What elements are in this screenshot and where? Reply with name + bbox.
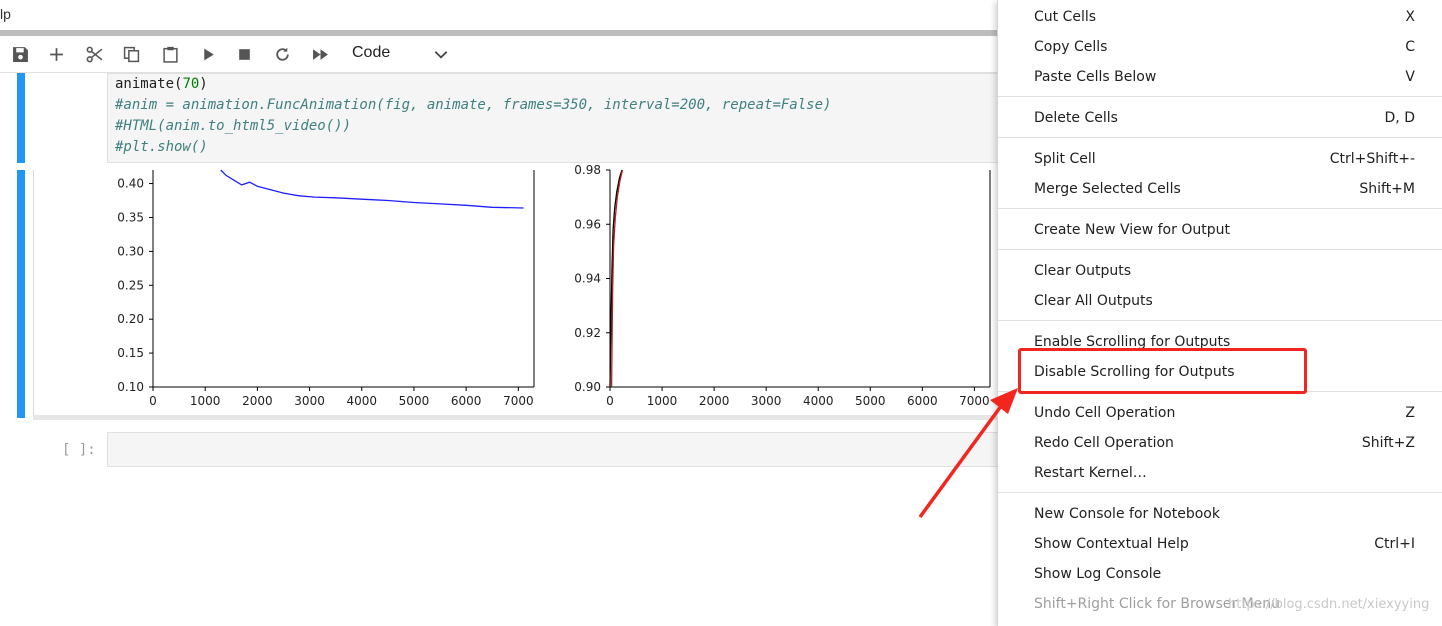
- loss-chart: 0 1000 2000 3000 4000 5000 6000 7000 0.10 0.15 0.2…: [117, 169, 535, 408]
- x-tick-label: 6000: [907, 394, 938, 408]
- x-tick-label: 5000: [855, 394, 886, 408]
- x-tick-label: 1000: [647, 394, 678, 408]
- x-tick-label: 0: [606, 394, 614, 408]
- menu-item-new-console[interactable]: New Console for Notebook: [998, 499, 1442, 529]
- x-tick-label: 7000: [503, 394, 534, 408]
- y-tick-label: 0.92: [574, 326, 601, 340]
- y-tick-label: 0.94: [574, 272, 601, 286]
- x-tick-label: 3000: [294, 394, 325, 408]
- x-tick-label: 3000: [751, 394, 782, 408]
- x-tick-label: 0: [149, 394, 157, 408]
- y-tick-label: 0.96: [574, 217, 601, 231]
- menu-item-redo-cell-operation[interactable]: Redo Cell Operation Shift+Z: [998, 428, 1442, 458]
- y-tick-label: 0.10: [117, 380, 144, 394]
- y-tick-label: 0.15: [117, 346, 144, 360]
- menu-separator: [998, 249, 1442, 250]
- x-tick-label: 1000: [190, 394, 221, 408]
- y-tick-label: 0.98: [574, 163, 601, 177]
- y-tick-label: 0.35: [117, 210, 144, 224]
- menu-item-paste-cells-below[interactable]: Paste Cells Below V: [998, 62, 1442, 92]
- menu-item-clear-all-outputs[interactable]: Clear All Outputs: [998, 286, 1442, 316]
- x-tick-label: 5000: [399, 394, 430, 408]
- x-tick-label: 2000: [242, 394, 273, 408]
- menu-item-show-contextual-help[interactable]: Show Contextual Help Ctrl+I: [998, 529, 1442, 559]
- x-tick-label: 4000: [346, 394, 377, 408]
- menu-item-show-log-console[interactable]: Show Log Console: [998, 559, 1442, 589]
- watermark: https://blog.csdn.net/xiexyying: [1228, 597, 1430, 612]
- x-tick-label: 2000: [699, 394, 730, 408]
- menu-item-cut-cells[interactable]: Cut Cells X: [998, 2, 1442, 32]
- menu-item-split-cell[interactable]: Split Cell Ctrl+Shift+-: [998, 144, 1442, 174]
- menu-item-copy-cells[interactable]: Copy Cells C: [998, 32, 1442, 62]
- menu-item-new-view-for-output[interactable]: Create New View for Output: [998, 215, 1442, 245]
- accuracy-chart: 0 1000 2000 3000 4000 5000 6000 7000 0.90 0.92 0.9…: [574, 163, 991, 408]
- menu-item-delete-cells[interactable]: Delete Cells D, D: [998, 103, 1442, 133]
- x-tick-label: 6000: [451, 394, 482, 408]
- y-tick-label: 0.40: [117, 177, 144, 191]
- menu-item-clear-outputs[interactable]: Clear Outputs: [998, 256, 1442, 286]
- context-menu: Cut Cells X Copy Cells C Paste Cells Below…: [997, 0, 1442, 626]
- x-tick-label: 7000: [959, 394, 990, 408]
- menu-separator: [998, 320, 1442, 321]
- menu-separator: [998, 208, 1442, 209]
- highlight-box: [1018, 348, 1307, 394]
- y-tick-label: 0.90: [574, 380, 601, 394]
- series-line-1: [610, 169, 624, 388]
- y-tick-label: 0.20: [117, 312, 144, 326]
- menu-item-merge-selected-cells[interactable]: Merge Selected Cells Shift+M: [998, 174, 1442, 204]
- y-tick-label: 0.25: [117, 278, 144, 292]
- menu-item-restart-kernel[interactable]: Restart Kernel…: [998, 458, 1442, 488]
- menu-separator: [998, 96, 1442, 97]
- x-tick-label: 4000: [803, 394, 834, 408]
- y-tick-label: 0.30: [117, 244, 144, 258]
- input-prompt: [ ]:: [62, 442, 96, 458]
- menu-separator: [998, 492, 1442, 493]
- series-line-0: [220, 169, 524, 209]
- menu-separator: [998, 137, 1442, 138]
- menu-item-undo-cell-operation[interactable]: Undo Cell Operation Z: [998, 398, 1442, 428]
